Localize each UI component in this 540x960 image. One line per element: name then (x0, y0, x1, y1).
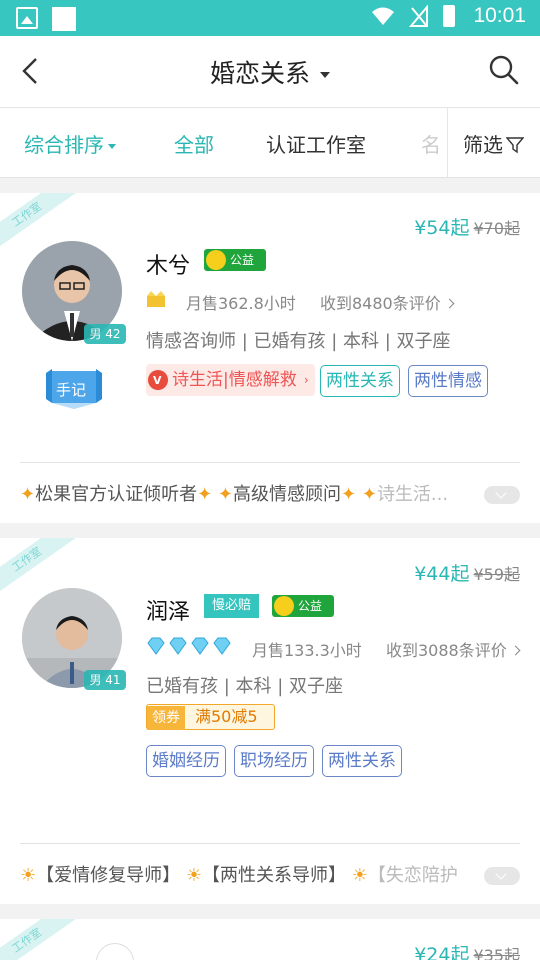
sparkle-icon: ✦ (361, 484, 377, 505)
diamond-icon (169, 637, 187, 655)
page-title[interactable]: 婚恋关系 (0, 54, 540, 90)
chevron-down-icon (320, 72, 330, 78)
clock: 10:01 (473, 4, 526, 27)
role-text: 【爱情修复导师】 (36, 865, 181, 886)
coupon-text: 满50减5 (195, 707, 258, 726)
price: ¥24起 ¥35起 (414, 940, 520, 960)
reviews-count: 收到3088条评价 (386, 641, 507, 660)
chevron-right-icon: › (303, 373, 309, 387)
price-current: ¥24起 (414, 944, 470, 960)
divider (20, 462, 520, 463)
coupon-label: 领券 (147, 706, 185, 730)
welfare-label: 公益 (230, 253, 255, 267)
coupon-badge[interactable]: 领券 满50减5 (146, 704, 275, 730)
price-current: ¥54起 (414, 217, 470, 239)
counselor-card[interactable]: 工作室 ¥44起 ¥59起 男 41 润泽 慢必赔 公益 月售133.3小时 收到… (0, 538, 540, 904)
price-original: ¥70起 (473, 219, 520, 238)
honor-text: 松果官方认证倾听者 (35, 484, 198, 505)
topic-tag[interactable]: 两性关系 (320, 365, 400, 397)
crown-level-icon (147, 291, 165, 307)
honor-text: 诗生活... (376, 484, 449, 505)
tab-certified-studio[interactable]: 认证工作室 (266, 129, 366, 158)
monthly-sales: 月售362.8小时 (186, 294, 296, 313)
expand-button[interactable] (484, 867, 520, 885)
leaf-icon (206, 250, 226, 270)
price-original: ¥59起 (473, 565, 520, 584)
chevron-right-icon (444, 298, 455, 309)
leaf-icon (274, 596, 294, 616)
price: ¥54起 ¥70起 (414, 213, 520, 240)
battery-icon (443, 5, 456, 27)
slow-pay-badge: 慢必赔 (204, 594, 260, 618)
profile-info: 已婚有孩 | 本科 | 双子座 (146, 676, 344, 697)
price-current: ¥44起 (414, 563, 470, 585)
gender-age-badge: 男 42 (84, 324, 126, 344)
wifi-icon (372, 7, 395, 25)
filter-bar: 综合排序 全部 认证工作室 名 筛选 (0, 108, 540, 178)
featured-tag[interactable]: 诗生活|情感解救 › (146, 364, 315, 397)
signal-icon (409, 5, 429, 27)
welfare-label: 公益 (298, 599, 323, 613)
sort-dropdown[interactable]: 综合排序 (24, 129, 116, 158)
filter-button[interactable]: 筛选 (463, 129, 524, 158)
status-bar: 10:01 (0, 0, 540, 36)
sparkle-icon: ✦ (217, 484, 234, 505)
sparkle-icon: ✦ (197, 484, 213, 505)
diamond-icon (213, 637, 231, 655)
tab-more-partial[interactable]: 名 (421, 129, 443, 158)
public-welfare-badge: 公益 (272, 595, 334, 617)
sort-label: 综合排序 (24, 133, 104, 157)
counselor-name: 润泽 (146, 600, 191, 625)
honors-strip: ✦松果官方认证倾听者✦ ✦高级情感顾问✦ ✦诗生活... (20, 480, 480, 510)
reviews-count: 收到8480条评价 (320, 294, 441, 313)
top-nav-bar: 婚恋关系 (0, 36, 540, 108)
topic-tag[interactable]: 两性情感 (408, 365, 488, 397)
v-icon (148, 365, 168, 397)
level-diamonds (146, 636, 234, 660)
sparkle-icon: ✦ (341, 484, 357, 505)
public-welfare-badge: 公益 (204, 249, 266, 271)
filter-label: 筛选 (463, 133, 503, 157)
tab-all[interactable]: 全部 (174, 129, 214, 158)
role-text: 【两性关系导师】 (202, 865, 347, 886)
gallery-notification-icon (16, 7, 38, 29)
sun-icon: ☀ (185, 865, 203, 886)
notes-label: 手记 (56, 381, 87, 399)
divider (447, 108, 448, 178)
roles-strip: ☀【爱情修复导师】 ☀【两性关系导师】 ☀【失恋陪护 (20, 861, 480, 891)
sparkle-icon: ✦ (20, 484, 36, 505)
topic-tag[interactable]: 两性关系 (322, 745, 402, 777)
counselor-card[interactable]: 工作室 ¥24起 ¥35起 (0, 919, 540, 960)
search-icon[interactable] (488, 54, 520, 86)
monthly-sales: 月售133.3小时 (252, 641, 362, 660)
avatar[interactable] (96, 943, 134, 960)
profile-info: 情感咨询师 | 已婚有孩 | 本科 | 双子座 (146, 331, 451, 352)
topic-tag[interactable]: 职场经历 (234, 745, 314, 777)
sun-icon: ☀ (351, 865, 368, 886)
studio-corner-ribbon: 工作室 (0, 919, 86, 960)
counselor-name: 木兮 (146, 254, 191, 279)
featured-tag-text: 诗生活|情感解救 (172, 370, 297, 390)
sun-icon: ☀ (20, 865, 37, 886)
app-notification-icon (52, 7, 76, 31)
gender-age-badge: 男 41 (84, 670, 126, 690)
diamond-icon (147, 637, 165, 655)
price: ¥44起 ¥59起 (414, 559, 520, 586)
caret-down-icon (108, 144, 116, 149)
chevron-right-icon (510, 645, 521, 656)
topic-tag[interactable]: 婚姻经历 (146, 745, 226, 777)
funnel-icon (506, 137, 524, 154)
reviews-link[interactable]: 收到8480条评价 (320, 290, 455, 314)
divider (20, 843, 520, 844)
diamond-icon (191, 637, 209, 655)
price-original: ¥35起 (473, 946, 520, 960)
page-title-text: 婚恋关系 (209, 59, 310, 88)
reviews-link[interactable]: 收到3088条评价 (386, 637, 521, 661)
role-text: 【失恋陪护 (367, 865, 458, 886)
counselor-card[interactable]: 工作室 ¥54起 ¥70起 男 42 手记 木兮 公益 月售362.8小时 收到8… (0, 193, 540, 523)
honor-text: 高级情感顾问 (233, 484, 342, 505)
expand-button[interactable] (484, 486, 520, 504)
